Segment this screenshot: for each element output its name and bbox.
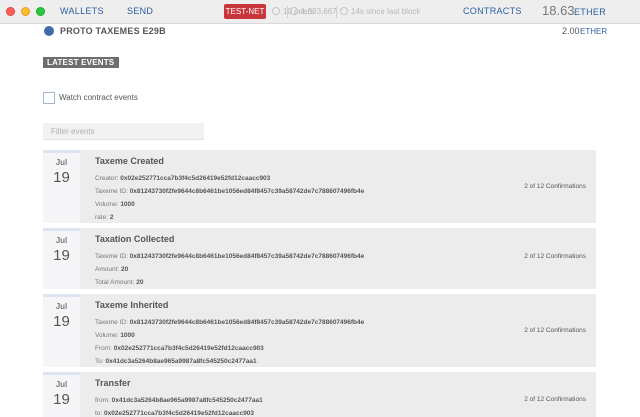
field-value: 0x02e252771cca7b3f4c5d26419e52fd12caacc9… — [104, 410, 255, 417]
event-item[interactable]: Jul 19 Taxation Collected Taxeme ID: 0x8… — [43, 228, 596, 289]
event-field: Taxeme ID: 0x81243730f2fe9644c8b6461be10… — [95, 250, 596, 263]
event-confirmations: 2 of 12 Confirmations — [524, 183, 586, 190]
event-body: Taxeme Created Creator: 0x02e252771cca7b… — [80, 150, 596, 223]
event-month: Jul — [55, 158, 68, 167]
field-key: To: — [95, 358, 104, 365]
event-item[interactable]: Jul 19 Transfer from: 0x41dc3a5264b8ae96… — [43, 372, 596, 417]
event-item[interactable]: Jul 19 Taxeme Inherited Taxeme ID: 0x812… — [43, 294, 596, 367]
network-badge: TEST-NET — [224, 4, 266, 19]
contract-balance: 2.00 — [562, 26, 580, 36]
event-field: rate: 2 — [95, 211, 596, 224]
event-date: Jul 19 — [43, 294, 80, 367]
field-value: 0x41dc3a5264b8ae965a9987a8fc545250c2477a… — [111, 397, 263, 404]
event-day: 19 — [53, 247, 70, 264]
event-day: 19 — [53, 169, 70, 186]
event-field: To: 0x41dc3a5264b8ae965a9987a8fc545250c2… — [95, 355, 596, 368]
field-key: Taxeme ID: — [95, 319, 128, 326]
block-icon — [290, 7, 298, 15]
peers-icon — [272, 7, 280, 15]
event-body: Taxeme Inherited Taxeme ID: 0x81243730f2… — [80, 294, 596, 367]
nav-send[interactable]: SEND — [127, 6, 153, 16]
field-value: 2 — [109, 214, 114, 221]
event-field: Volume: 1000 — [95, 198, 596, 211]
block-number: 1,333,667 — [301, 7, 337, 16]
event-field: Creator: 0x02e252771cca7b3f4c5d26419e52f… — [95, 172, 596, 185]
event-field: Volume: 1000 — [95, 329, 596, 342]
filter-events-input[interactable] — [43, 123, 204, 140]
event-body: Transfer from: 0x41dc3a5264b8ae965a9987a… — [80, 372, 596, 417]
event-date: Jul 19 — [43, 372, 80, 417]
field-value: 20 — [136, 279, 144, 286]
event-date: Jul 19 — [43, 150, 80, 223]
event-field: Taxeme ID: 0x81243730f2fe9644c8b6461be10… — [95, 316, 596, 329]
event-title: Taxation Collected — [95, 234, 175, 244]
event-confirmations: 2 of 12 Confirmations — [524, 253, 586, 260]
event-field: Amount: 20 — [95, 263, 596, 276]
last-block-time: 14s since last block — [351, 7, 421, 16]
field-key: Volume: — [95, 201, 119, 208]
event-confirmations: 2 of 12 Confirmations — [524, 327, 586, 334]
event-day: 19 — [53, 313, 70, 330]
event-date: Jul 19 — [43, 228, 80, 289]
event-item[interactable]: Jul 19 Taxeme Created Creator: 0x02e2527… — [43, 150, 596, 223]
event-field: to: 0x02e252771cca7b3f4c5d26419e52fd12ca… — [95, 407, 596, 417]
watch-events-checkbox[interactable] — [43, 92, 55, 104]
event-field: Total Amount: 20 — [95, 276, 596, 289]
event-confirmations: 2 of 12 Confirmations — [524, 396, 586, 403]
event-body: Taxation Collected Taxeme ID: 0x81243730… — [80, 228, 596, 289]
event-title: Transfer — [95, 378, 131, 388]
event-day: 19 — [53, 391, 70, 408]
field-key: to: — [95, 410, 103, 417]
field-key: rate: — [95, 214, 109, 221]
event-month: Jul — [55, 302, 68, 311]
contract-identicon-icon — [44, 26, 54, 36]
events-list: Jul 19 Taxeme Created Creator: 0x02e2527… — [43, 150, 596, 417]
field-value: 0x02e252771cca7b3f4c5d26419e52fd12caacc9… — [113, 345, 264, 352]
field-key: Taxeme ID: — [95, 253, 128, 260]
field-value: 0x02e252771cca7b3f4c5d26419e52fd12caacc9… — [120, 175, 271, 182]
event-month: Jul — [55, 236, 68, 245]
clock-icon — [340, 7, 348, 15]
field-key: From: — [95, 345, 112, 352]
section-title: LATEST EVENTS — [43, 57, 119, 68]
event-field: from: 0x41dc3a5264b8ae965a9987a8fc545250… — [95, 394, 596, 407]
nav-contracts[interactable]: CONTRACTS — [463, 6, 522, 16]
contract-name: PROTO TAXEMES E29B — [60, 26, 166, 36]
event-field: Taxeme ID: 0x81243730f2fe9644c8b6461be10… — [95, 185, 596, 198]
zoom-window-button[interactable] — [36, 7, 45, 16]
event-field: From: 0x02e252771cca7b3f4c5d26419e52fd12… — [95, 342, 596, 355]
watch-events-label[interactable]: Watch contract events — [59, 93, 138, 102]
minimize-window-button[interactable] — [21, 7, 30, 16]
contract-balance-unit: ETHER — [580, 27, 608, 36]
close-window-button[interactable] — [6, 7, 15, 16]
field-value: 0x81243730f2fe9644c8b6461be1056ed84f8457… — [129, 188, 365, 195]
field-key: Volume: — [95, 332, 119, 339]
field-key: Taxeme ID: — [95, 188, 128, 195]
account-balance: 18.63 — [542, 3, 575, 18]
divider — [287, 6, 288, 18]
top-bar: WALLETS SEND TEST-NET 10 peers 1,333,667… — [0, 0, 640, 24]
nav-wallets[interactable]: WALLETS — [60, 6, 104, 16]
event-month: Jul — [55, 380, 68, 389]
block-status: 1,333,667 — [290, 7, 337, 16]
field-key: Total Amount: — [95, 279, 135, 286]
divider — [336, 6, 337, 18]
field-value: 0x41dc3a5264b8ae965a9987a8fc545250c2477a… — [105, 358, 257, 365]
field-key: from: — [95, 397, 110, 404]
event-title: Taxeme Inherited — [95, 300, 169, 310]
field-value: 0x81243730f2fe9644c8b6461be1056ed84f8457… — [129, 319, 365, 326]
balance-unit: ETHER — [574, 7, 607, 17]
field-key: Amount: — [95, 266, 120, 273]
event-title: Taxeme Created — [95, 156, 164, 166]
field-key: Creator: — [95, 175, 119, 182]
field-value: 0x81243730f2fe9644c8b6461be1056ed84f8457… — [129, 253, 365, 260]
field-value: 1000 — [120, 201, 135, 208]
last-block-status: 14s since last block — [340, 7, 420, 16]
field-value: 1000 — [120, 332, 135, 339]
field-value: 20 — [121, 266, 129, 273]
